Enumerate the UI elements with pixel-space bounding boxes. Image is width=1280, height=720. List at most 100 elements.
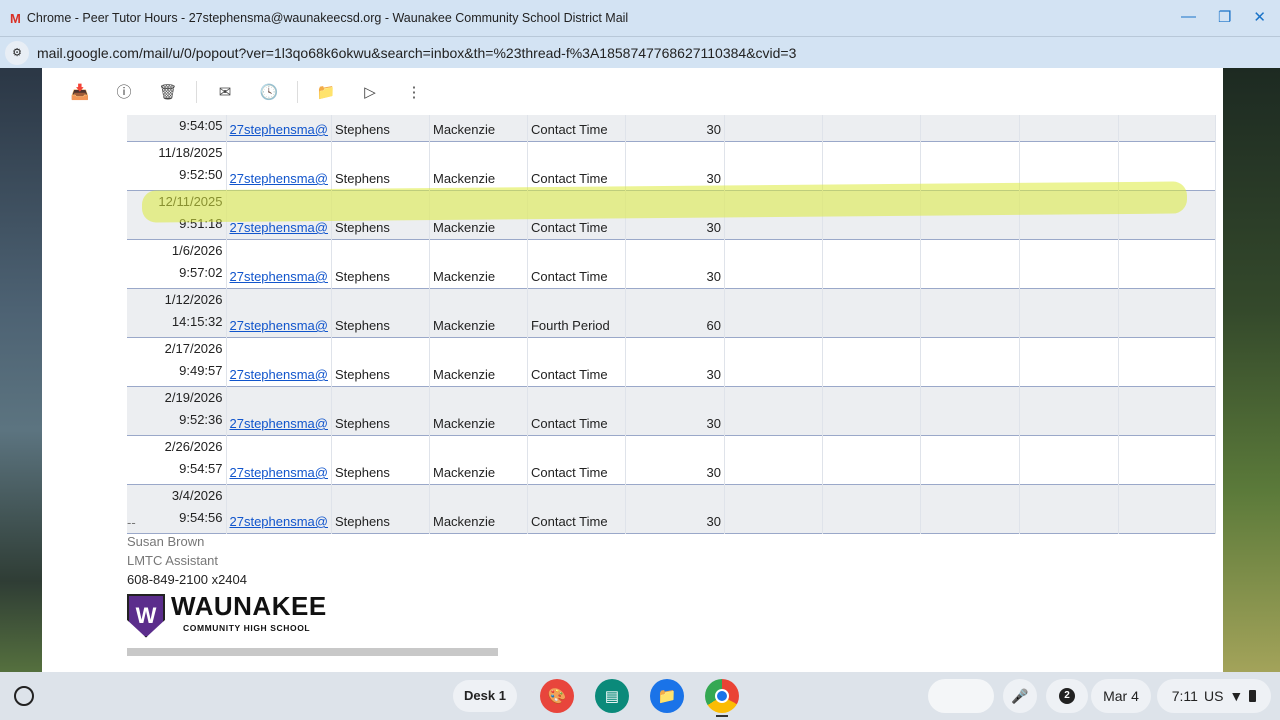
notifications-button[interactable]: 2 bbox=[1046, 679, 1088, 713]
type-cell: Contact Time bbox=[527, 386, 626, 436]
archive-icon[interactable]: 📥 bbox=[58, 83, 102, 101]
empty-cell bbox=[724, 239, 823, 289]
email-toolbar: 📥 ⓘ 🗑 ✉ 🕓 📁 ▷ ⋮ bbox=[42, 68, 1223, 115]
more-icon[interactable]: ⋮ bbox=[392, 83, 436, 101]
empty-cell bbox=[724, 386, 823, 436]
table-row: 1/12/2026 14:15:32 27stephensma@ Stephens Ma… bbox=[127, 288, 1216, 338]
shelf bbox=[0, 672, 1280, 720]
email-content: 📥 ⓘ 🗑 ✉ 🕓 📁 ▷ ⋮ 9:54:05 27stephensma@ Step… bbox=[42, 68, 1223, 672]
signature-role: LMTC Assistant bbox=[127, 553, 219, 568]
empty-cell bbox=[724, 337, 823, 387]
gmail-icon: M bbox=[10, 10, 21, 26]
email-link[interactable]: 27stephensma@ bbox=[230, 220, 328, 235]
chrome-app-icon[interactable] bbox=[705, 679, 739, 713]
email-link[interactable]: 27stephensma@ bbox=[230, 171, 328, 186]
minutes-cell: 30 bbox=[625, 115, 725, 142]
last-name-cell: Stephens bbox=[331, 288, 430, 338]
table-row: 12/11/2025 9:51:18 27stephensma@ Stephens Ma… bbox=[127, 190, 1216, 240]
table-row: 2/26/2026 9:54:57 27stephensma@ Stephens Mac… bbox=[127, 435, 1216, 485]
empty-cell bbox=[822, 435, 921, 485]
time: 9:54:05 bbox=[179, 118, 223, 133]
type-cell: Contact Time bbox=[527, 435, 626, 485]
date: 12/11/2025 bbox=[158, 194, 223, 209]
email-link[interactable]: 27stephensma@ bbox=[230, 416, 328, 431]
divider bbox=[297, 80, 298, 103]
label-icon[interactable]: ▷ bbox=[348, 83, 392, 101]
empty-cell bbox=[1019, 337, 1119, 387]
email-link[interactable]: 27stephensma@ bbox=[230, 269, 328, 284]
active-app-indicator bbox=[716, 715, 728, 717]
empty-cell bbox=[724, 435, 823, 485]
signature: -- Susan Brown LMTC Assistant 608-849-21… bbox=[127, 513, 327, 638]
empty-cell bbox=[822, 190, 921, 240]
type-cell: Contact Time bbox=[527, 141, 626, 191]
microphone-icon[interactable]: 🎤 bbox=[1003, 679, 1037, 713]
move-to-icon[interactable]: 📁 bbox=[304, 83, 348, 101]
time: 9:49:57 bbox=[179, 363, 223, 378]
empty-cell bbox=[822, 141, 921, 191]
horizontal-scrollbar[interactable] bbox=[127, 648, 498, 656]
timestamp-cell: 12/11/2025 9:51:18 bbox=[127, 190, 227, 240]
minimize-icon[interactable]: — bbox=[1181, 8, 1196, 26]
canvas-app-icon[interactable]: 🎨 bbox=[540, 679, 574, 713]
first-name-cell: Mackenzie bbox=[429, 239, 528, 289]
url-text[interactable]: mail.google.com/mail/u/0/popout?ver=1l3q… bbox=[37, 45, 796, 61]
last-name-cell: Stephens bbox=[331, 190, 430, 240]
divider bbox=[196, 80, 197, 103]
timestamp-cell: 1/6/2026 9:57:02 bbox=[127, 239, 227, 289]
empty-cell bbox=[1118, 239, 1216, 289]
first-name-cell: Mackenzie bbox=[429, 115, 528, 142]
empty-cell bbox=[1118, 115, 1216, 142]
time: 9:51:18 bbox=[179, 216, 223, 231]
logo-sub-text: COMMUNITY HIGH SCHOOL bbox=[183, 623, 311, 633]
empty-cell bbox=[920, 386, 1020, 436]
empty-cell bbox=[1118, 386, 1216, 436]
status-area[interactable]: 7:11 US ▼ bbox=[1157, 679, 1271, 713]
desk-button[interactable]: Desk 1 bbox=[453, 680, 517, 712]
window-title: Chrome - Peer Tutor Hours - 27stephensma… bbox=[26, 11, 629, 25]
maximize-icon[interactable]: ❐ bbox=[1218, 8, 1231, 26]
site-info-icon[interactable]: ⚙ bbox=[5, 40, 29, 65]
last-name-cell: Stephens bbox=[331, 115, 430, 142]
email-link[interactable]: 27stephensma@ bbox=[230, 122, 328, 137]
mark-unread-icon[interactable]: ✉ bbox=[203, 83, 247, 101]
empty-cell bbox=[724, 141, 823, 191]
report-spam-icon[interactable]: ⓘ bbox=[102, 81, 146, 102]
type-cell: Contact Time bbox=[527, 115, 626, 142]
empty-cell bbox=[1019, 239, 1119, 289]
first-name-cell: Mackenzie bbox=[429, 435, 528, 485]
type-cell: Fourth Period bbox=[527, 288, 626, 338]
files-app-icon[interactable]: 📁 bbox=[650, 679, 684, 713]
email-link[interactable]: 27stephensma@ bbox=[230, 465, 328, 480]
close-icon[interactable]: ✕ bbox=[1253, 8, 1266, 26]
address-bar[interactable]: ⚙ mail.google.com/mail/u/0/popout?ver=1l… bbox=[0, 36, 1280, 68]
email-cell: 27stephensma@ bbox=[226, 288, 332, 338]
empty-cell bbox=[822, 239, 921, 289]
time: 9:52:36 bbox=[179, 412, 223, 427]
date: 2/26/2026 bbox=[164, 439, 223, 454]
table-row: 11/18/2025 9:52:50 27stephensma@ Stephens Ma… bbox=[127, 141, 1216, 191]
timestamp-cell: 2/19/2026 9:52:36 bbox=[127, 386, 227, 436]
logo-main-text: WAUNAKEE bbox=[171, 591, 327, 621]
last-name-cell: Stephens bbox=[331, 239, 430, 289]
email-link[interactable]: 27stephensma@ bbox=[230, 367, 328, 382]
empty-cell bbox=[724, 115, 823, 142]
empty-cell bbox=[822, 484, 921, 534]
empty-cell bbox=[724, 484, 823, 534]
first-name-cell: Mackenzie bbox=[429, 337, 528, 387]
input-method: US bbox=[1203, 688, 1224, 704]
timestamp-cell: 9:54:05 bbox=[127, 115, 227, 142]
tote-thumbnail[interactable] bbox=[928, 679, 994, 713]
empty-cell bbox=[1118, 141, 1216, 191]
delete-icon[interactable]: 🗑 bbox=[146, 83, 190, 101]
calendar-date-button[interactable]: Mar 4 bbox=[1091, 679, 1151, 713]
empty-cell bbox=[822, 386, 921, 436]
minutes-cell: 30 bbox=[625, 141, 725, 191]
minutes-cell: 60 bbox=[625, 288, 725, 338]
timestamp-cell: 11/18/2025 9:52:50 bbox=[127, 141, 227, 191]
snooze-icon[interactable]: 🕓 bbox=[247, 83, 291, 101]
launcher-icon[interactable] bbox=[14, 686, 34, 706]
email-link[interactable]: 27stephensma@ bbox=[230, 318, 328, 333]
classroom-app-icon[interactable]: ▤ bbox=[595, 679, 629, 713]
timestamp-cell: 1/12/2026 14:15:32 bbox=[127, 288, 227, 338]
